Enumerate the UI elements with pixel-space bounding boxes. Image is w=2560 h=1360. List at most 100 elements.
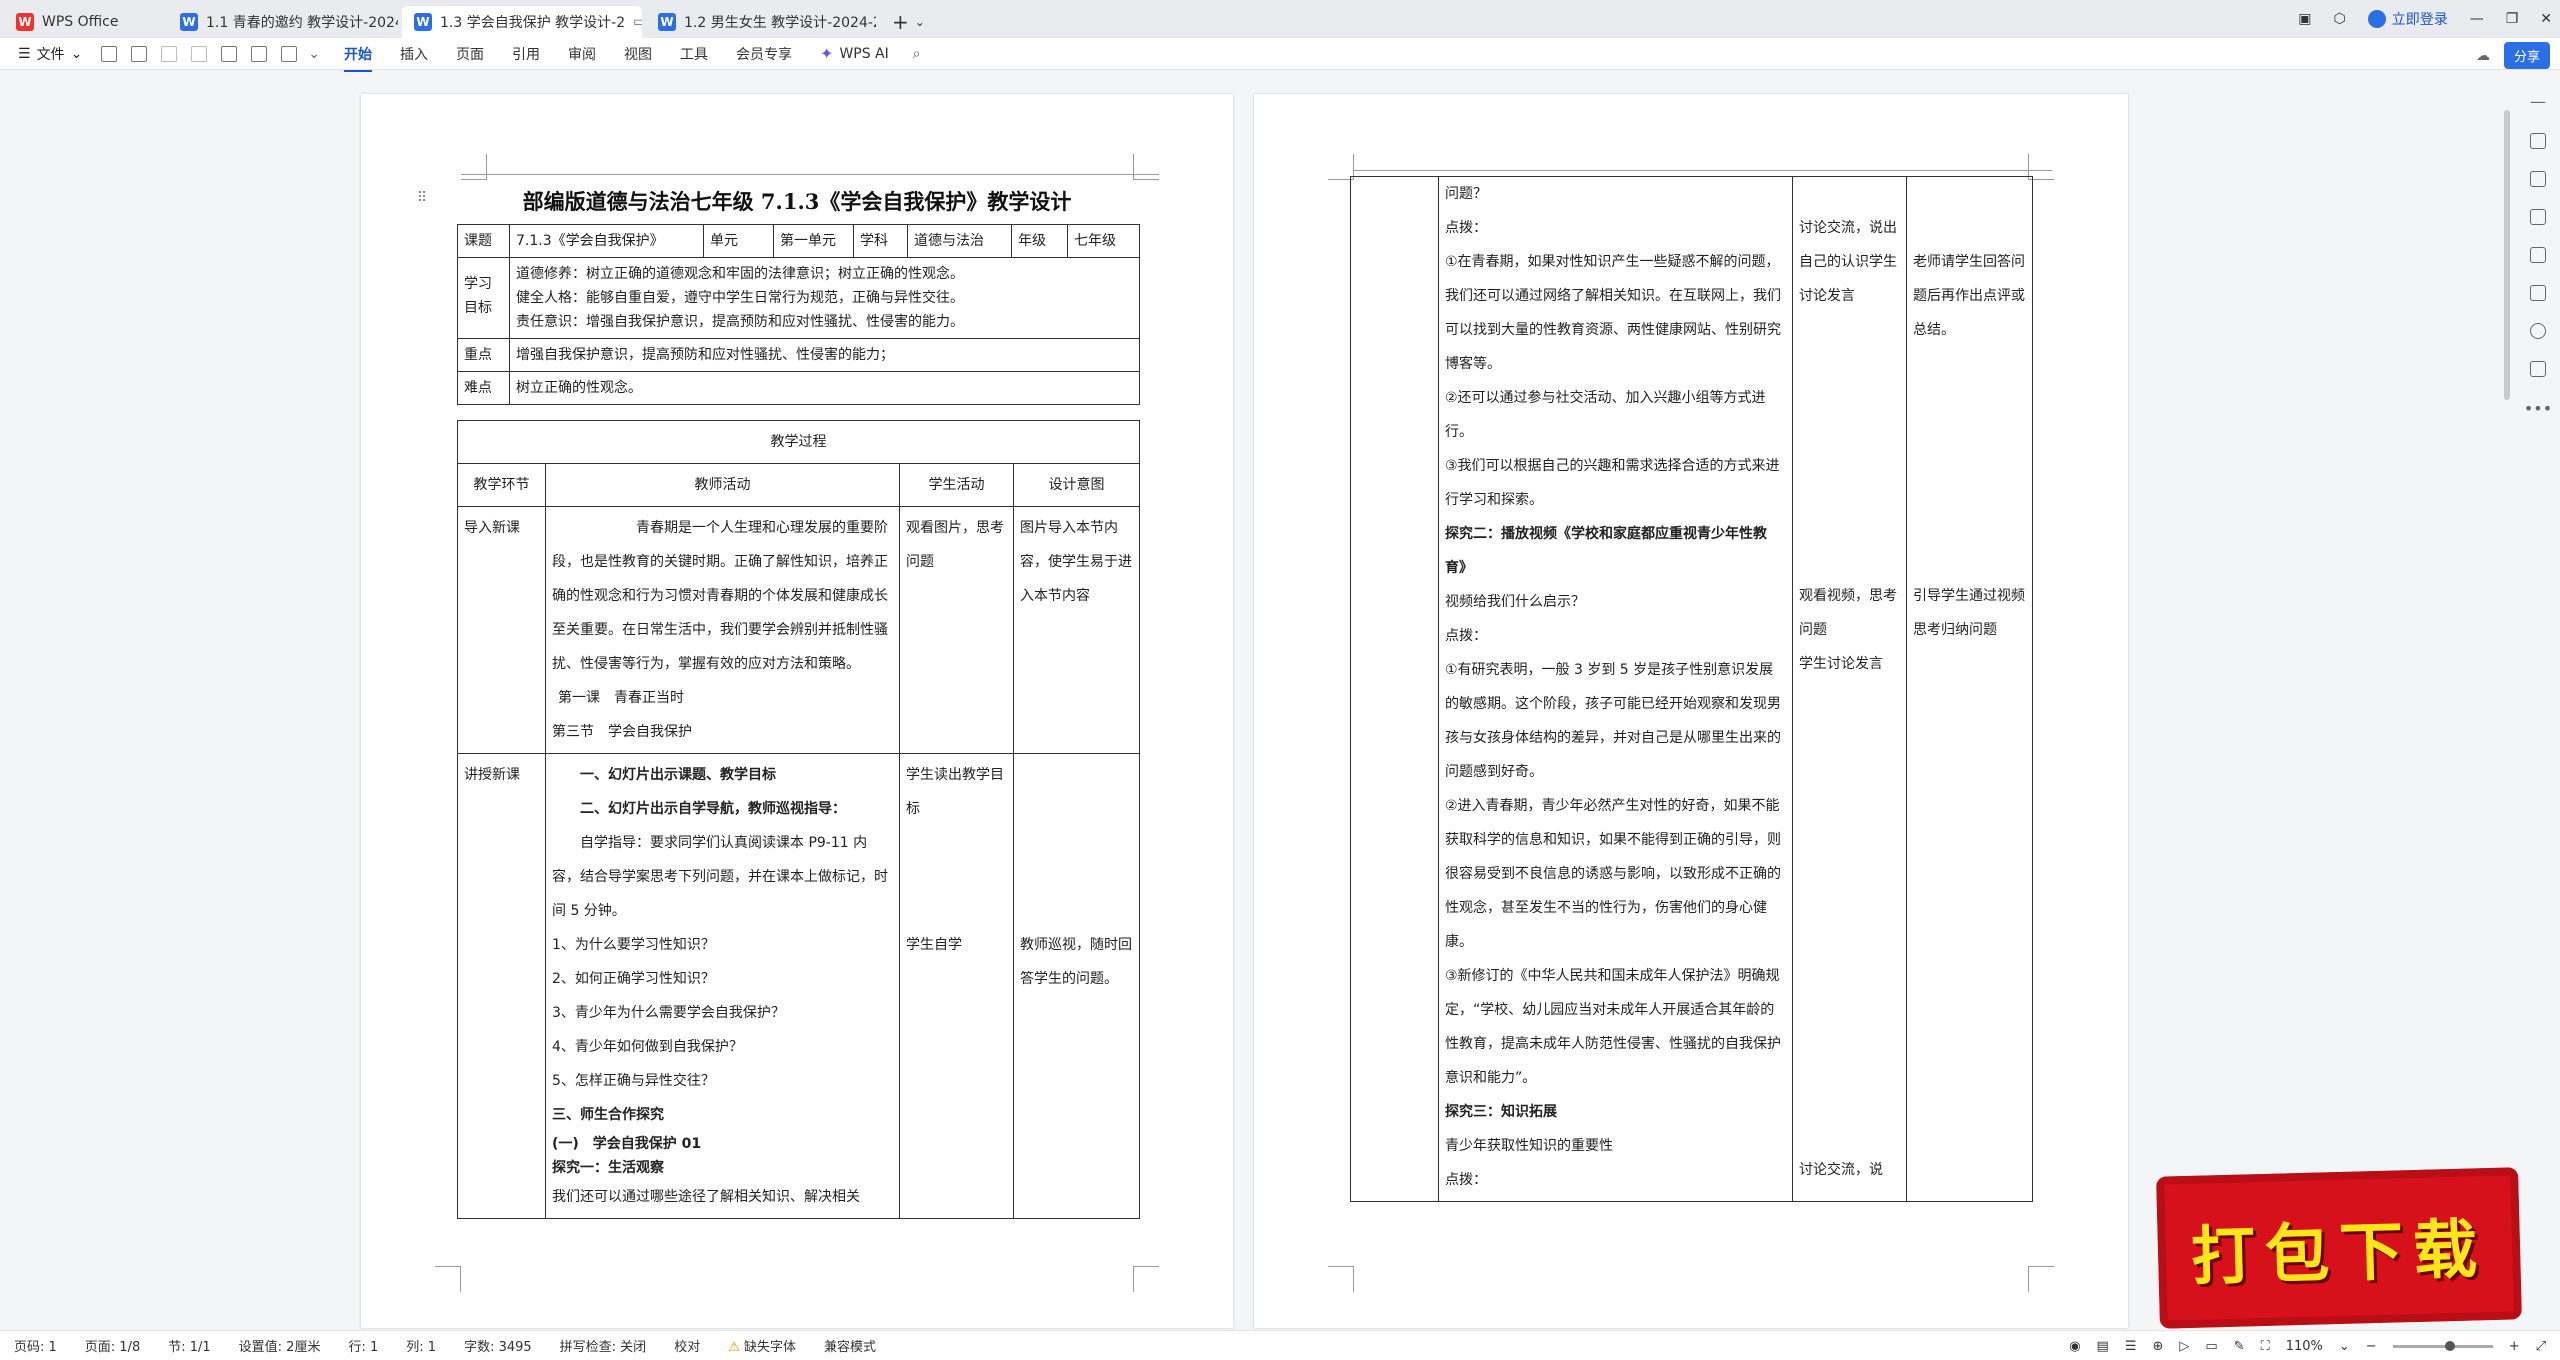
cell-label: 重点 xyxy=(457,338,510,372)
web-view-icon[interactable]: ⊕ xyxy=(2152,1339,2163,1354)
process-table: 教学过程 教学环节 教师活动 学生活动 设计意图 导入新课 青春期是一个人生理和… xyxy=(457,420,1140,1219)
word-doc-icon: W xyxy=(414,13,432,31)
reading-icon[interactable]: ▭ xyxy=(2205,1339,2217,1354)
document-page-1[interactable]: ⠿ 部编版道德与法治七年级 7.1.3《学会自我保护》教学设计 课题 7.1.3… xyxy=(361,94,1233,1328)
file-menu[interactable]: ☰ 文件 ⌄ xyxy=(0,44,94,64)
menu-review[interactable]: 审阅 xyxy=(554,44,610,64)
download-badge[interactable]: 打包下载 xyxy=(2156,1167,2522,1329)
tab-document-active[interactable]: W 1.3 学会自我保护 教学设计-2 ▭ ✕ xyxy=(402,6,642,38)
cube-icon[interactable]: ⬡ xyxy=(2333,11,2345,27)
redo-icon[interactable] xyxy=(191,45,208,62)
status-col[interactable]: 列: 1 xyxy=(392,1336,450,1355)
lesson-title: 第一课 青春正当时 xyxy=(558,690,684,706)
status-proofread[interactable]: 校对 xyxy=(660,1336,714,1355)
stage-cell: 导入新课 xyxy=(457,506,546,754)
chevron-down-icon[interactable]: ⌄ xyxy=(915,15,925,29)
inquiry-heading: 探究三：知识拓展 xyxy=(1445,1104,1557,1120)
menu-tools[interactable]: 工具 xyxy=(666,44,722,64)
wps-ai-button[interactable]: ✦ WPS AI xyxy=(806,44,903,63)
file-menu-label: 文件 xyxy=(36,46,65,63)
layout-icon[interactable]: ▣ xyxy=(2298,11,2311,27)
margin-corner xyxy=(1328,1266,1354,1292)
outline-view-icon[interactable]: ☰ xyxy=(2125,1339,2137,1354)
margin-corner xyxy=(461,154,487,180)
student-text: 观看视频，思考问题 xyxy=(1799,588,1897,638)
restore-icon[interactable]: ❐ xyxy=(2506,11,2519,27)
adjust-icon[interactable] xyxy=(2530,209,2546,225)
text-line: 视频给我们什么启示？ xyxy=(1445,594,1585,610)
margin-corner xyxy=(1133,154,1159,180)
pen-icon[interactable]: ✎ xyxy=(2234,1339,2245,1354)
page-view-icon[interactable]: ▤ xyxy=(2097,1339,2109,1354)
login-button[interactable]: 立即登录 xyxy=(2367,9,2448,29)
status-compat[interactable]: 兼容模式 xyxy=(810,1336,890,1355)
zoom-value[interactable]: 110% xyxy=(2286,1339,2323,1354)
more-icon[interactable]: ••• xyxy=(2524,399,2552,418)
wps-logo-icon: W xyxy=(16,13,34,31)
status-row[interactable]: 行: 1 xyxy=(334,1336,392,1355)
eye-icon[interactable]: ◉ xyxy=(2069,1339,2080,1354)
translate-icon[interactable] xyxy=(2530,247,2546,263)
vertical-scrollbar[interactable] xyxy=(2504,110,2510,400)
document-page-2[interactable]: 问题？ 点拨： ①在青春期，如果对性知识产生一些疑惑不解的问题，我们还可以通过网… xyxy=(1254,94,2128,1328)
new-tab-button[interactable]: + ⌄ xyxy=(884,6,933,38)
status-right: ◉ ▤ ☰ ⊕ ▷ ▭ ✎ ⛶ 110% ⌄ − + ⤢ xyxy=(2069,1331,2546,1360)
zoom-slider[interactable] xyxy=(2392,1340,2493,1351)
print-preview-icon[interactable] xyxy=(131,45,148,62)
collapse-icon[interactable]: — xyxy=(2530,92,2546,111)
zoom-out-icon[interactable]: − xyxy=(2366,1339,2377,1354)
menu-insert[interactable]: 插入 xyxy=(386,44,442,64)
fullscreen-icon[interactable]: ⛶ xyxy=(2261,1339,2270,1354)
zoom-in-icon[interactable]: + xyxy=(2509,1339,2520,1354)
cell-label: 课题 xyxy=(457,224,510,258)
share-button[interactable]: 分享 xyxy=(2503,42,2550,69)
status-setting[interactable]: 设置值: 2厘米 xyxy=(225,1336,335,1355)
intent-text: 引导学生通过视频思考归纳问题 xyxy=(1913,588,2025,638)
status-missing-font[interactable]: ⚠ 缺失字体 xyxy=(714,1336,810,1355)
more-chevron-icon[interactable]: ⌄ xyxy=(308,46,320,62)
text-line: 点拨： xyxy=(1445,1172,1487,1188)
intent-text: 教师巡视，随时回答学生的问题。 xyxy=(1020,937,1132,987)
tab-document-3[interactable]: W 1.2 男生女生 教学设计-2024-2025学 xyxy=(646,6,876,38)
status-words[interactable]: 字数: 3495 xyxy=(450,1336,546,1355)
select-cursor-icon[interactable] xyxy=(2530,171,2546,187)
question: 3、青少年为什么需要学会自我保护？ xyxy=(552,1005,785,1021)
export-pdf-icon[interactable] xyxy=(221,45,238,62)
menu-home[interactable]: 开始 xyxy=(330,44,386,72)
margin-corner xyxy=(2028,1266,2054,1292)
step-text: 自学指导：要求同学们认真阅读课本 P9-11 内容，结合导学案思考下列问题，并在… xyxy=(552,835,888,919)
cloud-sync-icon[interactable]: ☁ xyxy=(2476,48,2490,64)
status-page[interactable]: 页码: 1 xyxy=(0,1336,71,1355)
undo-icon[interactable] xyxy=(161,45,178,62)
menu-references[interactable]: 引用 xyxy=(498,44,554,64)
zoom-dropdown-icon[interactable]: ⌄ xyxy=(2339,1339,2350,1354)
cell-value: 第一单元 xyxy=(773,224,854,258)
menu-member[interactable]: 会员专享 xyxy=(722,44,806,64)
print-icon[interactable] xyxy=(251,45,268,62)
help-icon[interactable] xyxy=(2530,323,2546,339)
expand-icon[interactable]: ⤢ xyxy=(2536,1339,2546,1354)
status-pages[interactable]: 页面: 1/8 xyxy=(71,1336,154,1355)
column-header: 设计意图 xyxy=(1013,463,1140,507)
minimize-icon[interactable]: — xyxy=(2470,11,2484,27)
tab-wps-office[interactable]: W WPS Office xyxy=(4,6,164,38)
menu-view[interactable]: 视图 xyxy=(610,44,666,64)
design-intent: 老师请学生回答问题后再作出点评或总结。 引导学生通过视频思考归纳问题 xyxy=(1906,176,2033,1202)
shirt-icon[interactable] xyxy=(2530,361,2546,377)
zoom-slider-handle[interactable] xyxy=(2444,1340,2455,1351)
status-section[interactable]: 节: 1/1 xyxy=(154,1336,224,1355)
menu-page[interactable]: 页面 xyxy=(442,44,498,64)
search-icon[interactable]: ⌕ xyxy=(913,46,921,62)
tools-icon[interactable] xyxy=(2530,285,2546,301)
edit-pen-icon[interactable] xyxy=(2530,133,2546,149)
header-line xyxy=(1354,170,2052,171)
monitor-icon[interactable]: ▭ xyxy=(633,14,642,30)
design-intent: 图片导入本节内容，使学生易于进入本节内容 xyxy=(1013,506,1140,754)
intro-text: 青春期是一个人生理和心理发展的重要阶段，也是性教育的关键时期。正确了解性知识，培… xyxy=(552,520,888,672)
image-icon[interactable] xyxy=(281,45,298,62)
tab-document-1[interactable]: W 1.1 青春的邀约 教学设计-2024-2025学 xyxy=(168,6,398,38)
play-icon[interactable]: ▷ xyxy=(2179,1339,2189,1354)
status-spellcheck[interactable]: 拼写检查: 关闭 xyxy=(546,1336,661,1355)
window-close-icon[interactable]: ✕ xyxy=(2540,11,2552,27)
save-icon[interactable] xyxy=(101,45,118,62)
